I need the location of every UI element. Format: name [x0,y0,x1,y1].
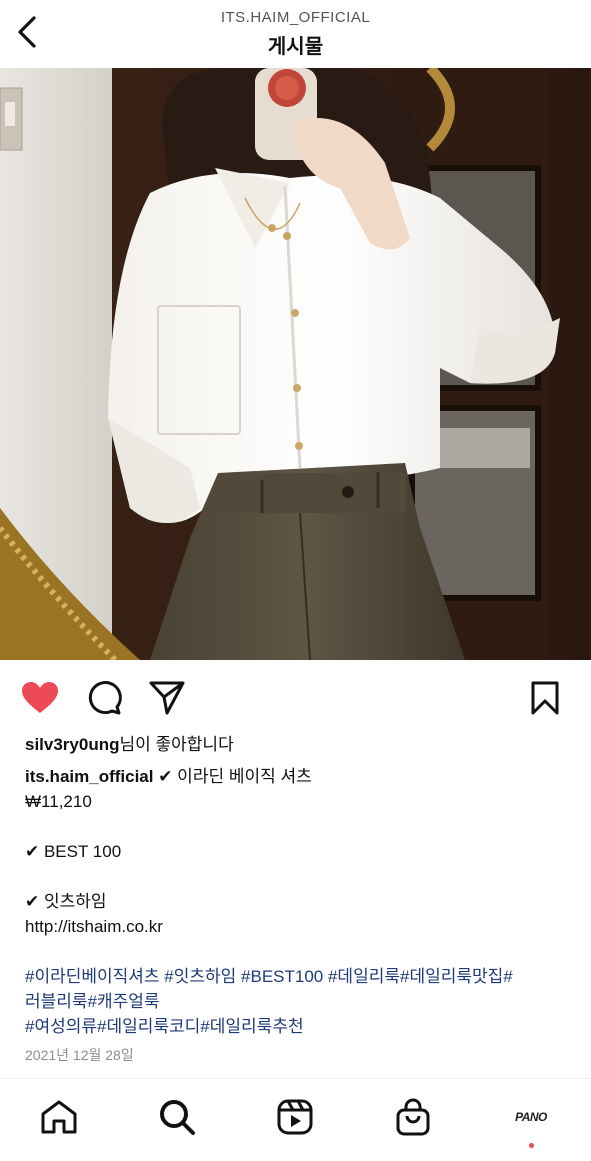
caption-line: ₩11,210 [25,792,92,811]
caption-link[interactable]: http://itshaim.co.kr [25,914,570,939]
liker-username[interactable]: silv3ry0ung [25,735,120,754]
tab-home[interactable] [37,1095,81,1139]
top-bar: ITS.HAIM_OFFICIAL 게시물 [0,0,591,68]
likes-suffix: 님이 좋아합니다 [119,735,234,754]
caption-line: ✔ BEST 100 [25,842,122,861]
save-button[interactable] [525,678,565,718]
post-date: 2021년 12월 28일 [25,1047,134,1063]
tab-reels[interactable] [273,1095,317,1139]
search-icon [160,1100,195,1135]
caption-title: ✔ 이라딘 베이직 셔츠 [153,767,312,786]
home-icon [41,1100,77,1134]
page-title: 게시물 [267,36,324,58]
photo-illustration [0,68,591,660]
tab-shop[interactable] [391,1095,435,1139]
shopping-bag-icon [396,1098,430,1136]
bookmark-icon [531,681,559,715]
bottom-tab-bar: PANO [0,1078,591,1161]
post-actions [0,668,591,726]
hashtag-line[interactable]: #여성의류#데일리룩코디#데일리룩추천 [25,1014,570,1039]
tab-profile[interactable]: PANO [509,1095,553,1139]
post-caption: silv3ry0ung님이 좋아합니다 its.haim_official ✔ … [25,732,570,1068]
tab-search[interactable] [155,1095,199,1139]
profile-avatar-logo: PANO [515,1110,547,1124]
hashtag-line[interactable]: #이라딘베이직셔츠 #잇츠하임 #BEST100 #데일리룩#데일리룩맛집# [25,964,570,989]
comment-icon [88,681,122,715]
account-name: ITS.HAIM_OFFICIAL [220,9,371,26]
send-icon [149,681,185,715]
caption-first-line: its.haim_official ✔ 이라딘 베이직 셔츠 [25,764,570,789]
post-photo[interactable] [0,68,591,660]
hashtag-line[interactable]: 러블리룩#캐주얼룩 [25,989,570,1014]
comment-button[interactable] [84,678,124,718]
likes-summary: silv3ry0ung님이 좋아합니다 [25,732,570,757]
share-button[interactable] [147,678,187,718]
reels-icon [277,1099,313,1135]
like-button[interactable] [20,678,60,718]
author-username[interactable]: its.haim_official [25,767,153,786]
caption-line: ✔ 잇츠하임 [25,892,107,911]
notification-dot [529,1143,534,1148]
heart-filled-icon [22,682,58,713]
